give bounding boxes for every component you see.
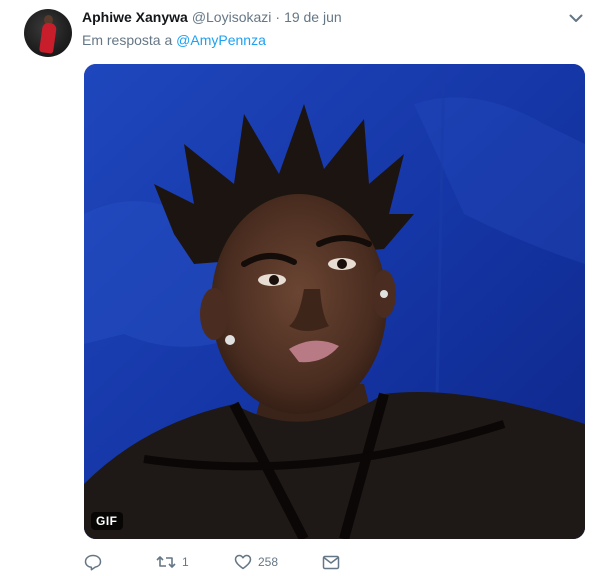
- reply-context: Em resposta a @AmyPennza: [82, 32, 266, 48]
- tweet[interactable]: Aphiwe Xanywa @Loyisokazi · 19 de jun Em…: [0, 0, 606, 576]
- separator-dot: ·: [275, 9, 281, 25]
- direct-message-button[interactable]: [322, 555, 352, 570]
- tweet-header: Aphiwe Xanywa @Loyisokazi · 19 de jun: [82, 9, 342, 29]
- reply-mention-link[interactable]: @AmyPennza: [176, 32, 266, 48]
- heart-icon: [234, 554, 252, 570]
- envelope-icon: [322, 555, 340, 569]
- reply-icon: [84, 554, 102, 571]
- gif-frame-illustration: [84, 64, 585, 539]
- like-button[interactable]: 258: [234, 554, 322, 570]
- reply-prefix: Em resposta a: [82, 32, 173, 48]
- retweet-icon: [156, 556, 176, 568]
- avatar[interactable]: [24, 9, 72, 57]
- more-options-button[interactable]: [566, 10, 586, 26]
- retweet-count: 1: [182, 555, 189, 569]
- like-count: 258: [258, 555, 279, 569]
- chevron-down-icon: [569, 14, 583, 22]
- username-handle[interactable]: @Loyisokazi: [192, 9, 272, 25]
- reply-button[interactable]: [84, 554, 156, 571]
- tweet-actions: 1 258: [84, 551, 352, 573]
- gif-badge: GIF: [91, 512, 123, 530]
- retweet-button[interactable]: 1: [156, 554, 234, 570]
- timestamp[interactable]: 19 de jun: [284, 9, 342, 25]
- avatar-figure-body: [38, 22, 58, 54]
- display-name[interactable]: Aphiwe Xanywa: [82, 9, 188, 25]
- gif-media[interactable]: [84, 64, 585, 539]
